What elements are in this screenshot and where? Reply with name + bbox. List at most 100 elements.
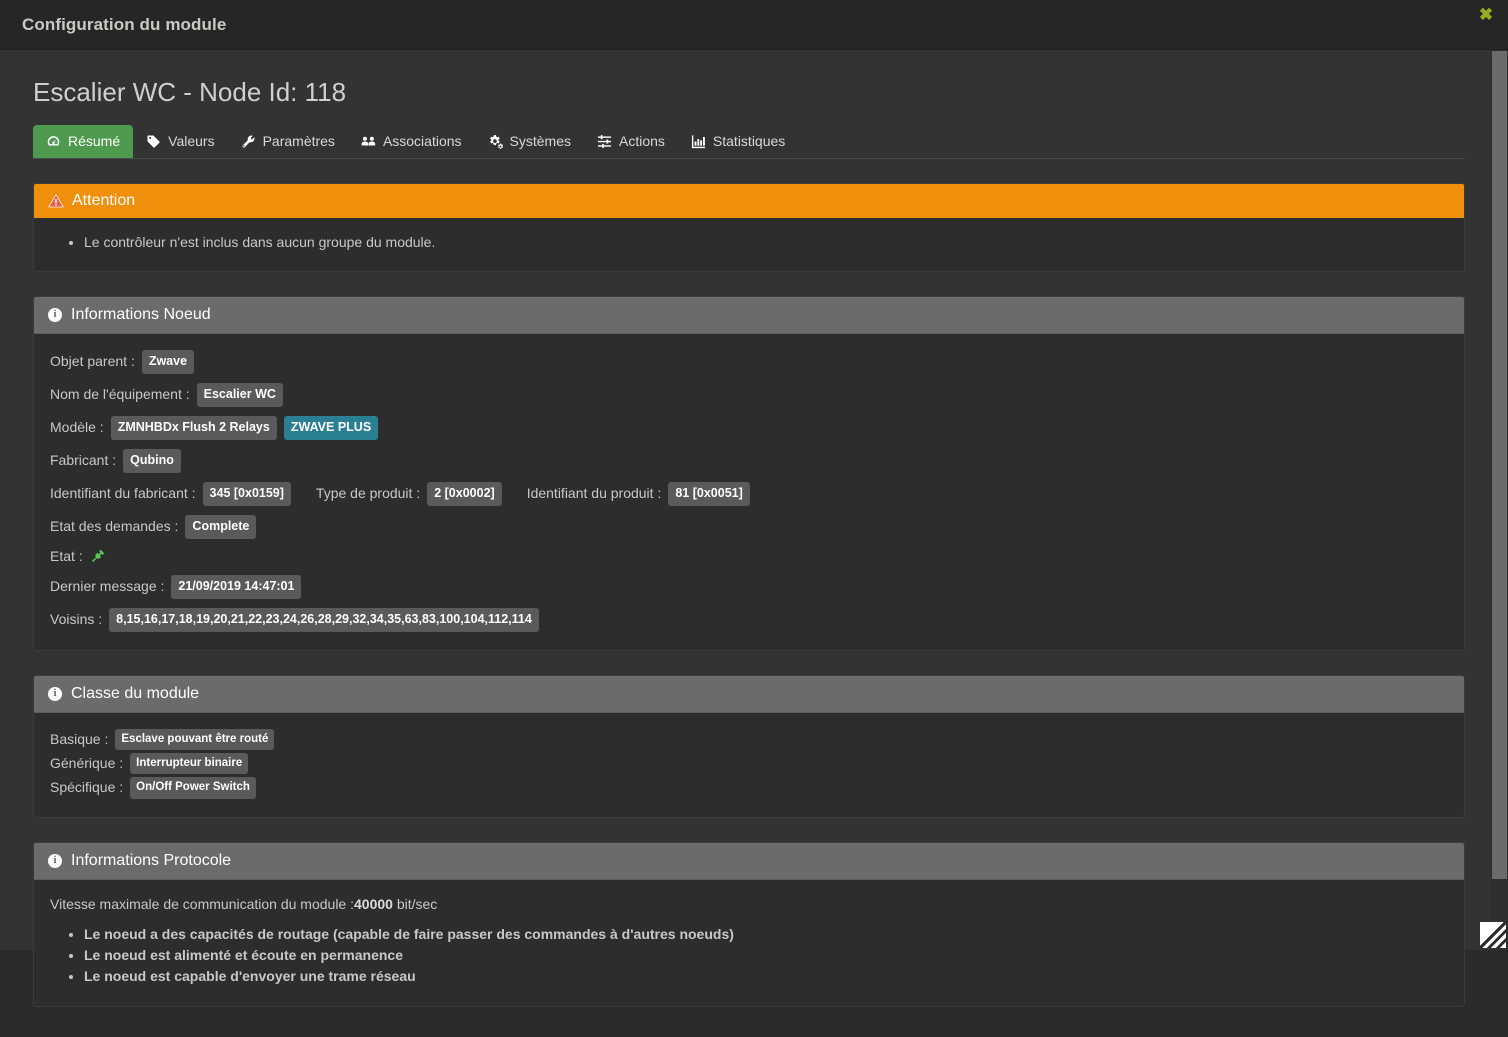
tag-icon bbox=[146, 134, 161, 149]
protocol-speed-value: 40000 bbox=[354, 895, 393, 912]
attention-panel-heading: Attention bbox=[34, 183, 1464, 218]
resize-handle[interactable] bbox=[1480, 922, 1506, 948]
tab-label: Valeurs bbox=[168, 133, 215, 150]
module-class-body: Basique : Esclave pouvant être routé Gén… bbox=[34, 713, 1464, 817]
tab-label: Résumé bbox=[68, 133, 121, 150]
nom-equipement-value[interactable]: Escalier WC bbox=[196, 382, 283, 407]
list-item: Le noeud a des capacités de routage (cap… bbox=[84, 924, 1448, 945]
module-class-heading-label: Classe du module bbox=[71, 684, 200, 702]
users-icon bbox=[361, 134, 376, 149]
tab-label: Paramètres bbox=[262, 133, 335, 150]
modal-body-scroll-region: Escalier WC - Node Id: 118 Résumé Valeur… bbox=[0, 50, 1508, 1007]
row-modele: Modèle : ZMNHBDx Flush 2 Relays ZWAVE PL… bbox=[50, 415, 1448, 440]
protocol-speed-prefix: Vitesse maximale de communication du mod… bbox=[50, 895, 355, 912]
sliders-icon bbox=[597, 134, 612, 149]
tab-associations[interactable]: Associations bbox=[348, 125, 475, 158]
attention-panel: Attention Le contrôleur n'est inclus dan… bbox=[33, 182, 1465, 272]
tab-parametres[interactable]: Paramètres bbox=[228, 125, 348, 158]
id-fabricant-value: 345 [0x0159] bbox=[202, 481, 291, 506]
fabricant-value: Qubino bbox=[123, 448, 181, 473]
node-information-body: Objet parent : Zwave Nom de l'équipement… bbox=[34, 334, 1464, 650]
node-information-heading: i Informations Noeud bbox=[34, 296, 1464, 334]
voisins-label: Voisins : bbox=[50, 611, 103, 628]
objet-parent-label: Objet parent : bbox=[50, 353, 135, 370]
tab-resume[interactable]: Résumé bbox=[33, 124, 134, 158]
row-specifique: Spécifique : On/Off Power Switch bbox=[50, 777, 1448, 799]
objet-parent-value[interactable]: Zwave bbox=[141, 349, 195, 374]
dashboard-icon bbox=[46, 134, 61, 149]
list-item: Le contrôleur n'est inclus dans aucun gr… bbox=[84, 232, 1448, 253]
tab-valeurs[interactable]: Valeurs bbox=[133, 125, 227, 158]
modele-value: ZMNHBDx Flush 2 Relays bbox=[110, 415, 277, 440]
bar-chart-icon bbox=[691, 134, 706, 149]
list-item: Le noeud est capable d'envoyer une trame… bbox=[84, 966, 1448, 987]
protocol-speed-line: Vitesse maximale de communication du mod… bbox=[50, 896, 1448, 912]
attention-list: Le contrôleur n'est inclus dans aucun gr… bbox=[50, 232, 1448, 253]
power-plug-icon bbox=[90, 548, 108, 566]
protocol-information-body: Vitesse maximale de communication du mod… bbox=[34, 880, 1464, 1006]
fabricant-label: Fabricant : bbox=[50, 452, 117, 469]
node-information-panel: i Informations Noeud Objet parent : Zwav… bbox=[33, 295, 1465, 651]
info-circle-icon: i bbox=[48, 307, 62, 322]
etat-label: Etat : bbox=[50, 548, 83, 565]
module-class-heading: i Classe du module bbox=[34, 675, 1464, 713]
info-circle-icon: i bbox=[48, 686, 62, 701]
id-produit-label: Identifiant du produit : bbox=[526, 485, 662, 502]
page-title: Escalier WC - Node Id: 118 bbox=[33, 77, 347, 107]
list-item: Le noeud est alimenté et écoute en perma… bbox=[84, 945, 1448, 966]
modal-content: Escalier WC - Node Id: 118 Résumé Valeur… bbox=[0, 50, 1491, 1037]
modele-label: Modèle : bbox=[50, 419, 104, 436]
protocol-capability-list: Le noeud a des capacités de routage (cap… bbox=[50, 924, 1448, 988]
row-objet-parent: Objet parent : Zwave bbox=[50, 349, 1448, 374]
etat-demandes-label: Etat des demandes : bbox=[50, 518, 179, 535]
module-class-panel: i Classe du module Basique : Esclave pou… bbox=[33, 674, 1465, 818]
basique-value: Esclave pouvant être routé bbox=[115, 728, 275, 750]
voisins-value: 8,15,16,17,18,19,20,21,22,23,24,26,28,29… bbox=[109, 607, 539, 632]
row-nom-equipement: Nom de l'équipement : Escalier WC bbox=[50, 382, 1448, 407]
id-fabricant-label: Identifiant du fabricant : bbox=[50, 485, 196, 502]
generique-label: Générique : bbox=[50, 754, 124, 771]
close-icon[interactable]: ✖ bbox=[1476, 5, 1496, 25]
warning-triangle-icon bbox=[48, 193, 64, 209]
row-voisins: Voisins : 8,15,16,17,18,19,20,21,22,23,2… bbox=[50, 607, 1448, 632]
tab-actions[interactable]: Actions bbox=[584, 125, 678, 158]
tab-bar: Résumé Valeurs Paramètres Associations S… bbox=[33, 124, 1465, 159]
tab-label: Actions bbox=[619, 133, 665, 150]
dernier-message-value: 21/09/2019 14:47:01 bbox=[171, 574, 302, 599]
vertical-scrollbar-thumb[interactable] bbox=[1492, 51, 1507, 879]
protocol-speed-suffix: bit/sec bbox=[392, 895, 438, 912]
tab-label: Statistiques bbox=[712, 133, 786, 150]
row-generique: Générique : Interrupteur binaire bbox=[50, 752, 1448, 775]
etat-demandes-value: Complete bbox=[185, 514, 257, 539]
specifique-label: Spécifique : bbox=[50, 779, 124, 796]
id-produit-value: 81 [0x0051] bbox=[668, 481, 750, 506]
type-produit-value: 2 [0x0002] bbox=[427, 481, 502, 506]
row-fabricant: Fabricant : Qubino bbox=[50, 448, 1448, 473]
basique-label: Basique : bbox=[50, 730, 109, 747]
protocol-information-panel: i Informations Protocole Vitesse maximal… bbox=[33, 841, 1465, 1007]
module-configuration-modal: Configuration du module ✖ Escalier WC - … bbox=[0, 0, 1508, 1007]
cogs-icon bbox=[488, 134, 503, 149]
attention-panel-body: Le contrôleur n'est inclus dans aucun gr… bbox=[34, 218, 1464, 271]
row-etat-demandes: Etat des demandes : Complete bbox=[50, 514, 1448, 539]
row-etat: Etat : bbox=[50, 548, 1448, 566]
dernier-message-label: Dernier message : bbox=[50, 578, 165, 595]
type-produit-label: Type de produit : bbox=[315, 485, 421, 502]
tab-label: Systèmes bbox=[509, 133, 571, 150]
zwave-plus-badge: ZWAVE PLUS bbox=[283, 415, 379, 440]
nom-equipement-label: Nom de l'équipement : bbox=[50, 386, 190, 403]
protocol-information-heading: i Informations Protocole bbox=[34, 842, 1464, 880]
modal-titlebar: Configuration du module ✖ bbox=[0, 0, 1508, 50]
tab-systemes[interactable]: Systèmes bbox=[475, 125, 584, 158]
row-basique: Basique : Esclave pouvant être routé bbox=[50, 728, 1448, 750]
tab-statistiques[interactable]: Statistiques bbox=[678, 125, 798, 158]
info-circle-icon: i bbox=[48, 853, 62, 868]
modal-title: Configuration du module bbox=[22, 15, 227, 34]
wrench-icon bbox=[241, 134, 256, 149]
node-information-heading-label: Informations Noeud bbox=[71, 305, 211, 323]
row-dernier-message: Dernier message : 21/09/2019 14:47:01 bbox=[50, 574, 1448, 599]
generique-value: Interrupteur binaire bbox=[130, 752, 249, 775]
row-identifiants: Identifiant du fabricant : 345 [0x0159] … bbox=[50, 481, 1448, 506]
specifique-value: On/Off Power Switch bbox=[130, 777, 256, 799]
tab-label: Associations bbox=[382, 133, 462, 150]
